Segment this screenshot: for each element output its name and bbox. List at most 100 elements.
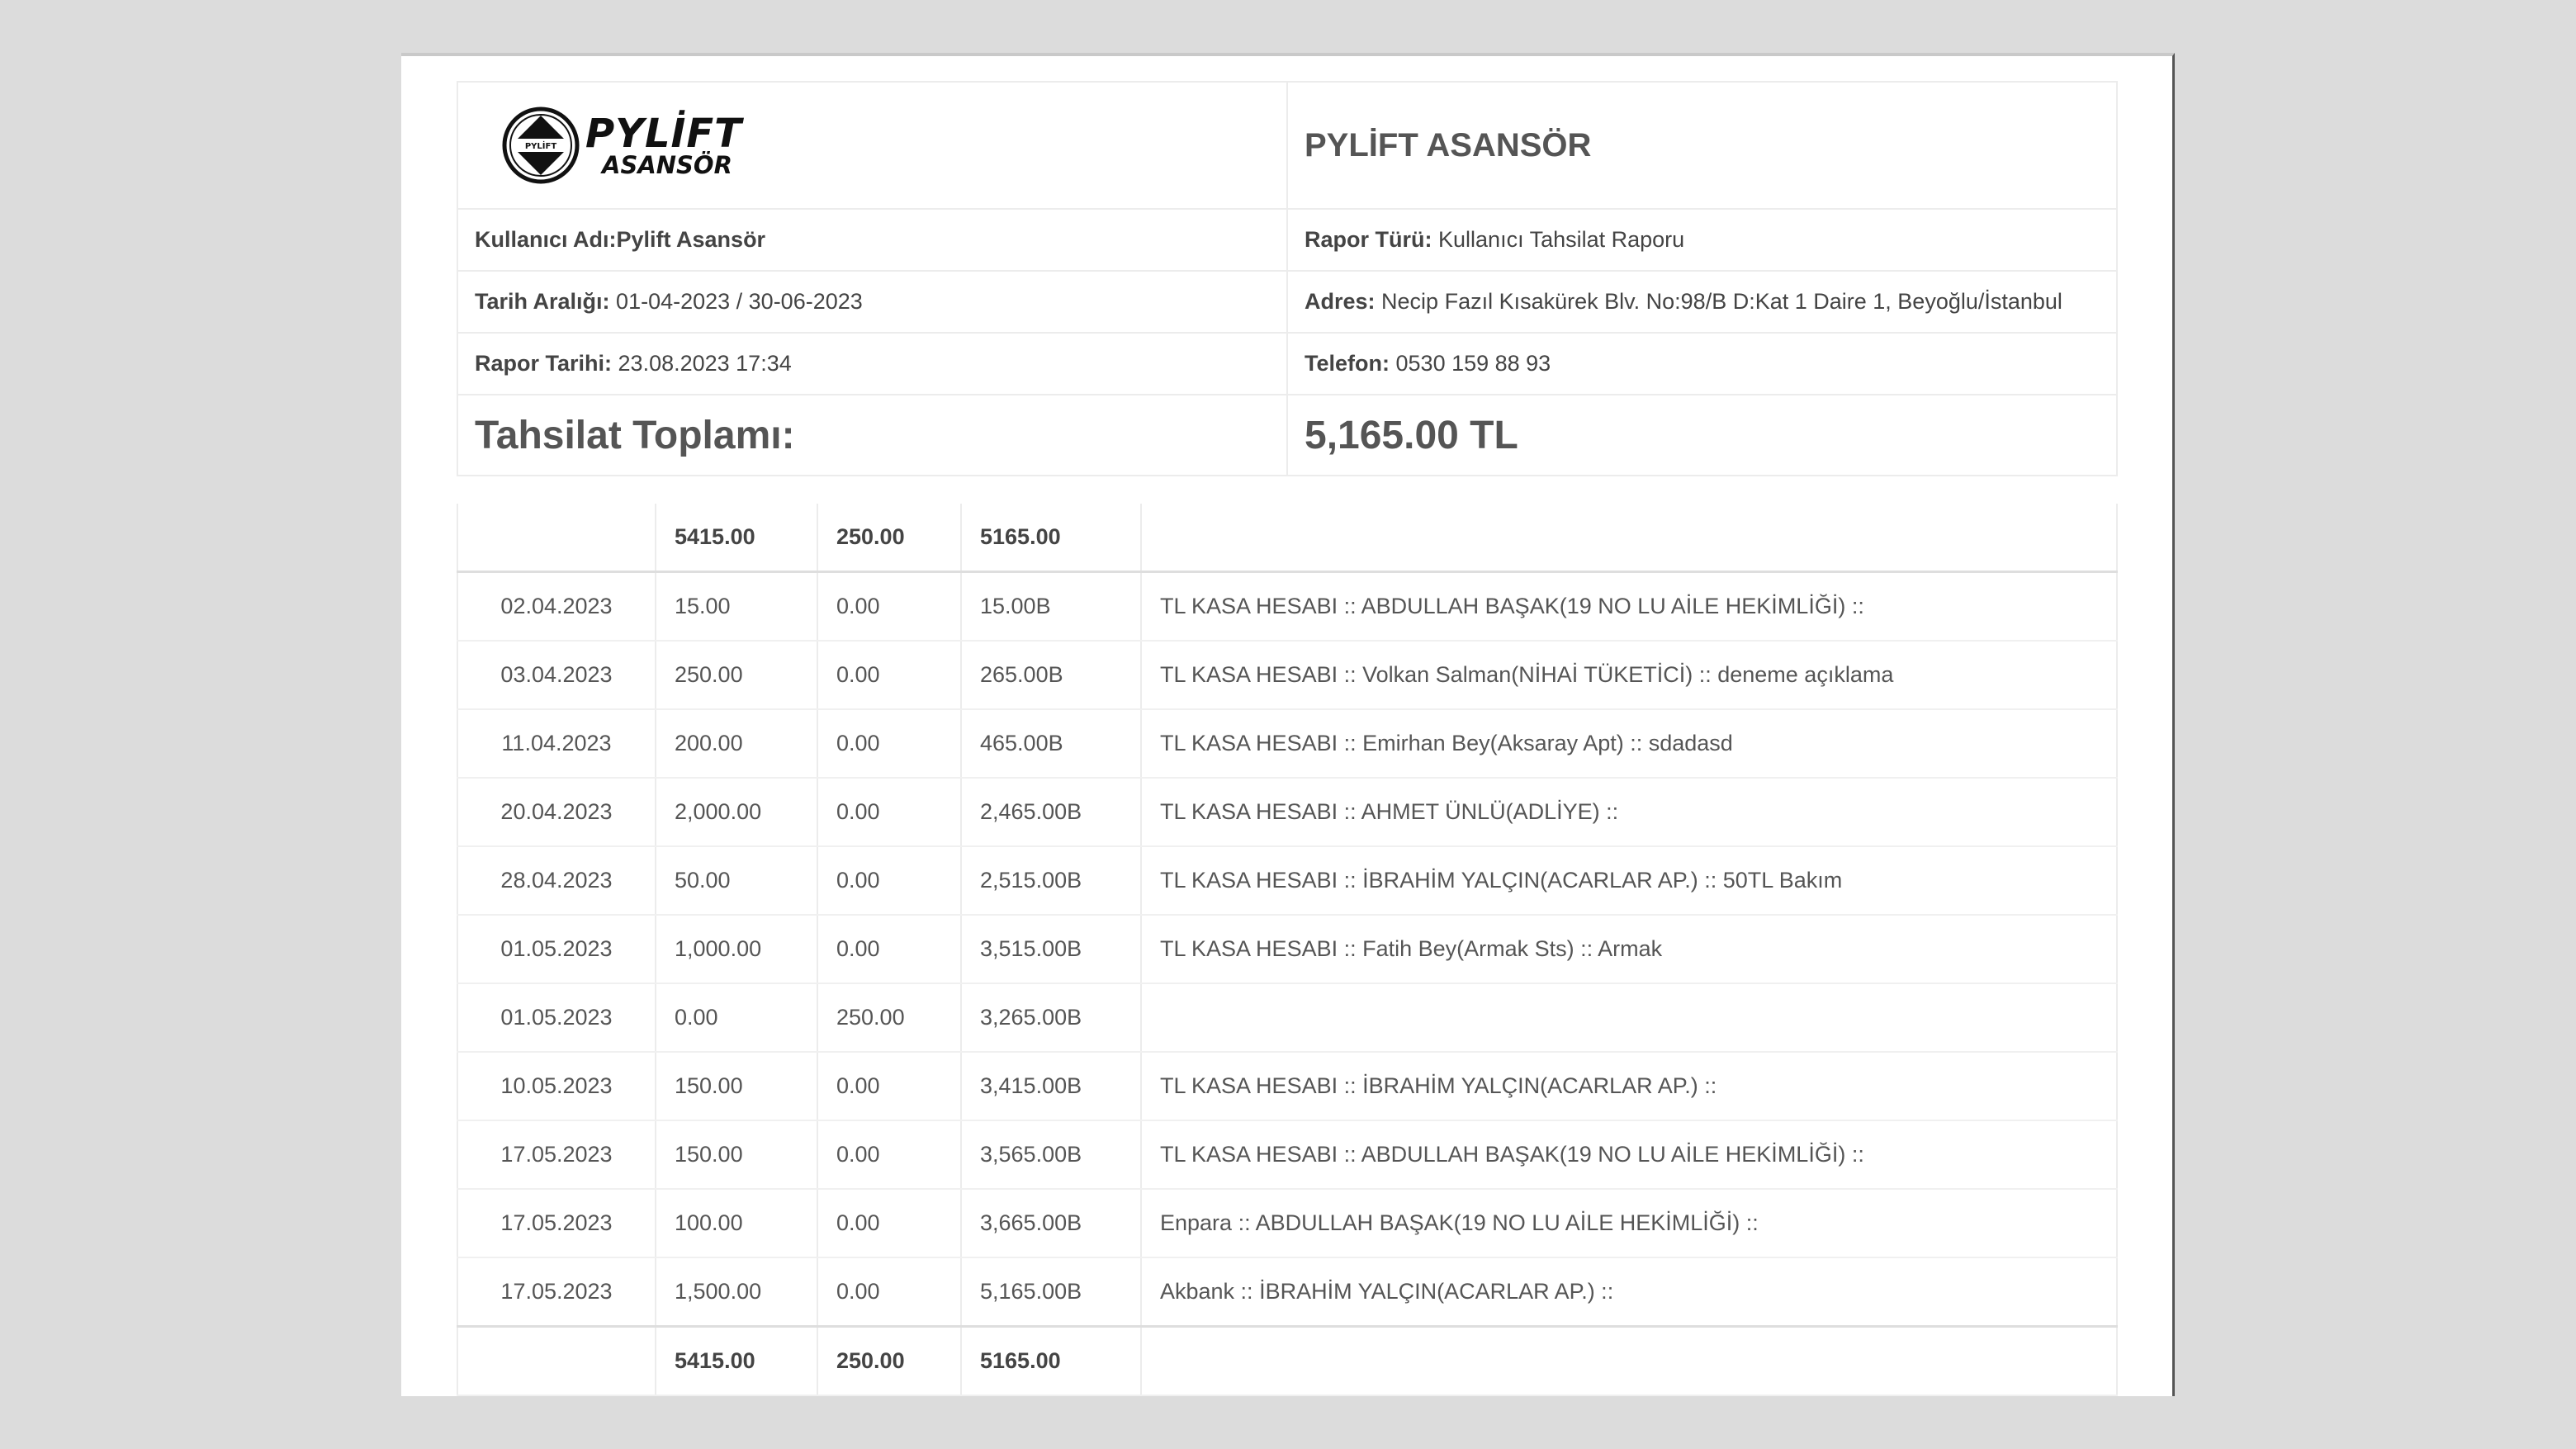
row-description: TL KASA HESABI :: İBRAHİM YALÇIN(ACARLAR… [1140, 846, 2118, 916]
user-label: Kullanıcı Adı: [475, 227, 617, 252]
row-credit: 0.00 [817, 1052, 962, 1121]
address-cell: Adres: Necip Fazıl Kısakürek Blv. No:98/… [1286, 270, 2118, 334]
date-range-label: Tarih Aralığı: [475, 289, 610, 314]
row-balance: 3,415.00B [960, 1052, 1142, 1121]
header-info-row: Rapor Tarihi: 23.08.2023 17:34 Telefon: … [457, 332, 2118, 395]
row-credit: 0.00 [817, 846, 962, 916]
table-row: 03.04.2023 250.00 0.00 265.00B TL KASA HESAB… [457, 641, 2118, 710]
report-type-value: Kullanıcı Tahsilat Raporu [1438, 227, 1685, 252]
row-description: TL KASA HESABI :: AHMET ÜNLÜ(ADLİYE) :: [1140, 778, 2118, 847]
phone-value: 0530 159 88 93 [1395, 351, 1551, 376]
row-description: TL KASA HESABI :: Fatih Bey(Armak Sts) :… [1140, 915, 2118, 984]
row-description: TL KASA HESABI :: ABDULLAH BAŞAK(19 NO L… [1140, 1120, 2118, 1190]
row-debit: 200.00 [655, 709, 818, 779]
row-balance: 5,165.00B [960, 1257, 1142, 1328]
row-balance: 2,465.00B [960, 778, 1142, 847]
row-date: 10.05.2023 [457, 1052, 656, 1121]
logo-sub: ASANSÖR [602, 150, 732, 179]
summary-balance: 5165.00 [960, 1325, 1142, 1396]
company-name: PYLİFT ASANSÖR [1305, 126, 1592, 163]
report-date-cell: Rapor Tarihi: 23.08.2023 17:34 [457, 332, 1288, 395]
row-balance: 265.00B [960, 641, 1142, 710]
row-debit: 1,000.00 [655, 915, 818, 984]
table-row: 10.05.2023 150.00 0.00 3,415.00B TL KASA HES… [457, 1052, 2118, 1121]
address-label: Adres: [1305, 289, 1376, 314]
row-balance: 2,515.00B [960, 846, 1142, 916]
row-debit: 2,000.00 [655, 778, 818, 847]
company-name-cell: PYLİFT ASANSÖR [1286, 81, 2118, 210]
row-credit: 0.00 [817, 1120, 962, 1190]
row-description: TL KASA HESABI :: ABDULLAH BAŞAK(19 NO L… [1140, 571, 2118, 642]
row-debit: 100.00 [655, 1189, 818, 1258]
row-date: 17.05.2023 [457, 1189, 656, 1258]
row-date: 01.05.2023 [457, 983, 656, 1053]
total-value-cell: 5,165.00 TL [1286, 394, 2118, 476]
company-logo: PYLİFT PYLİFT ASANSÖR [475, 106, 1270, 185]
user-value: Pylift Asansör [616, 227, 766, 252]
row-credit: 0.00 [817, 1257, 962, 1328]
date-range-cell: Tarih Aralığı: 01-04-2023 / 30-06-2023 [457, 270, 1288, 334]
row-date: 17.05.2023 [457, 1257, 656, 1328]
address-value: Necip Fazıl Kısakürek Blv. No:98/B D:Kat… [1381, 289, 2062, 314]
row-date: 28.04.2023 [457, 846, 656, 916]
row-description: TL KASA HESABI :: İBRAHİM YALÇIN(ACARLAR… [1140, 1052, 2118, 1121]
summary-balance: 5165.00 [960, 504, 1142, 573]
summary-desc-cell [1140, 504, 2118, 573]
report-date-value: 23.08.2023 17:34 [618, 351, 792, 376]
row-debit: 1,500.00 [655, 1257, 818, 1328]
row-description: Akbank :: İBRAHİM YALÇIN(ACARLAR AP.) :: [1140, 1257, 2118, 1328]
report-header-table: PYLİFT PYLİFT ASANSÖR PYLİFT ASANSÖR Kul… [457, 81, 2118, 476]
report-page: PYLİFT PYLİFT ASANSÖR PYLİFT ASANSÖR Kul… [401, 53, 2175, 1396]
row-debit: 50.00 [655, 846, 818, 916]
total-label-cell: Tahsilat Toplamı: [457, 394, 1288, 476]
phone-label: Telefon: [1305, 351, 1390, 376]
row-date: 01.05.2023 [457, 915, 656, 984]
row-debit: 150.00 [655, 1120, 818, 1190]
table-row: 01.05.2023 0.00 250.00 3,265.00B [457, 983, 2118, 1053]
row-balance: 15.00B [960, 571, 1142, 642]
row-date: 03.04.2023 [457, 641, 656, 710]
total-label: Tahsilat Toplamı: [475, 413, 795, 457]
summary-debit: 5415.00 [655, 1325, 818, 1396]
summary-credit: 250.00 [817, 1325, 962, 1396]
summary-row-bottom: 5415.00 250.00 5165.00 [457, 1325, 2118, 1396]
row-credit: 0.00 [817, 641, 962, 710]
header-total-row: Tahsilat Toplamı: 5,165.00 TL [457, 394, 2118, 476]
row-balance: 465.00B [960, 709, 1142, 779]
row-description: TL KASA HESABI :: Volkan Salman(NİHAİ TÜ… [1140, 641, 2118, 710]
total-value: 5,165.00 TL [1305, 413, 1518, 457]
report-date-label: Rapor Tarihi: [475, 351, 613, 376]
summary-row-top: 5415.00 250.00 5165.00 [457, 504, 2118, 573]
header-info-row: Kullanıcı Adı:Pylift Asansör Rapor Türü:… [457, 208, 2118, 272]
table-row: 11.04.2023 200.00 0.00 465.00B TL KASA HESAB… [457, 709, 2118, 779]
summary-date-cell [457, 504, 656, 573]
row-date: 02.04.2023 [457, 571, 656, 642]
row-date: 17.05.2023 [457, 1120, 656, 1190]
logo-emblem-text: PYLİFT [525, 140, 556, 151]
table-row: 17.05.2023 100.00 0.00 3,665.00B Enpara :: A… [457, 1189, 2118, 1258]
summary-date-cell [457, 1325, 656, 1396]
transactions-table: 5415.00 250.00 5165.00 02.04.2023 15.00 0.… [457, 504, 2118, 1396]
row-debit: 15.00 [655, 571, 818, 642]
row-debit: 0.00 [655, 983, 818, 1053]
row-balance: 3,265.00B [960, 983, 1142, 1053]
row-balance: 3,665.00B [960, 1189, 1142, 1258]
row-date: 11.04.2023 [457, 709, 656, 779]
table-row: 28.04.2023 50.00 0.00 2,515.00B TL KASA HESA… [457, 846, 2118, 916]
row-credit: 250.00 [817, 983, 962, 1053]
table-row: 17.05.2023 1,500.00 0.00 5,165.00B Akbank ::… [457, 1257, 2118, 1328]
table-row: 20.04.2023 2,000.00 0.00 2,465.00B TL KASA H… [457, 778, 2118, 847]
summary-desc-cell [1140, 1325, 2118, 1396]
table-row: 02.04.2023 15.00 0.00 15.00B TL KASA HESABI … [457, 571, 2118, 642]
row-description: Enpara :: ABDULLAH BAŞAK(19 NO LU AİLE H… [1140, 1189, 2118, 1258]
row-credit: 0.00 [817, 778, 962, 847]
report-type-label: Rapor Türü: [1305, 227, 1432, 252]
row-debit: 150.00 [655, 1052, 818, 1121]
header-info-row: Tarih Aralığı: 01-04-2023 / 30-06-2023 A… [457, 270, 2118, 334]
user-cell: Kullanıcı Adı:Pylift Asansör [457, 208, 1288, 272]
row-description [1140, 983, 2118, 1053]
report-type-cell: Rapor Türü: Kullanıcı Tahsilat Raporu [1286, 208, 2118, 272]
row-credit: 0.00 [817, 571, 962, 642]
row-balance: 3,515.00B [960, 915, 1142, 984]
phone-cell: Telefon: 0530 159 88 93 [1286, 332, 2118, 395]
